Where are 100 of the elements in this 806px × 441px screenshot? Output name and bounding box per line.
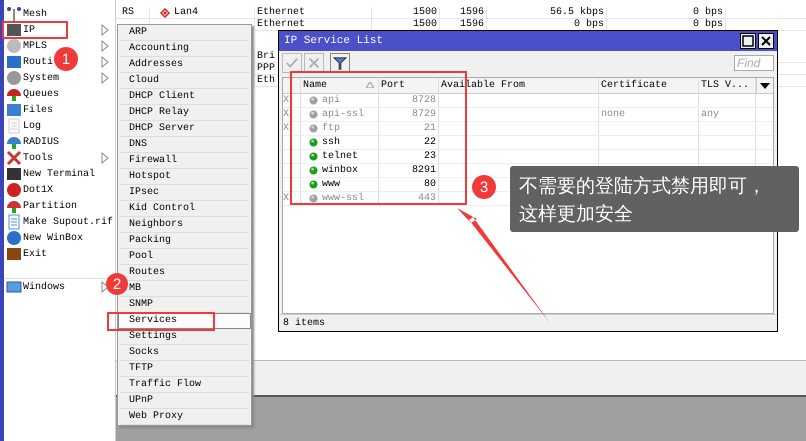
menu-item[interactable]: New Terminal [6, 166, 96, 182]
highlight-frame [2, 21, 68, 39]
status-dot [309, 180, 318, 189]
maximize-icon [742, 35, 754, 47]
window-title: IP Service List [284, 35, 384, 47]
column-header[interactable]: Name [301, 78, 379, 93]
menu-item[interactable]: Kid Control [129, 201, 196, 216]
find-field[interactable]: Find [734, 55, 774, 71]
menu-item[interactable]: Queues [6, 86, 60, 102]
table-cell: none [601, 109, 626, 120]
table-cell: any [701, 109, 720, 120]
table-cell: RS [122, 7, 134, 18]
menu-item[interactable]: Addresses [129, 57, 184, 72]
table-cell: www [322, 179, 340, 190]
close-button[interactable] [758, 33, 774, 49]
menu-item[interactable]: System [6, 70, 60, 86]
status-dot [309, 138, 318, 147]
menu-item[interactable]: Settings [129, 329, 178, 344]
menu-item[interactable]: UPnP [129, 393, 154, 408]
table-cell: X [283, 95, 290, 106]
table-cell: Eth [257, 75, 276, 86]
menu-item[interactable]: Services [118, 313, 251, 329]
menu-item[interactable]: Firewall [129, 153, 178, 168]
status-dot [309, 110, 318, 119]
menu-item[interactable]: Accounting [129, 41, 190, 56]
filter-icon [333, 56, 347, 70]
table-cell: X [283, 123, 290, 134]
mesh-icon [6, 6, 22, 22]
callout: 不需要的登陆方式禁用即可，这样更加安全 [510, 166, 799, 232]
menu-item[interactable]: Cloud [129, 73, 160, 88]
interface-icon [160, 8, 170, 18]
table-cell: 56.5 kbps [550, 7, 604, 18]
column-header[interactable]: Certificate [599, 78, 699, 93]
cross-icon [307, 56, 321, 70]
table-cell: 8728 [412, 95, 436, 106]
document-icon [6, 214, 22, 230]
status-text: 8 items [283, 318, 326, 328]
disable-button[interactable] [304, 53, 324, 73]
menu-item[interactable]: Tools [6, 150, 54, 166]
menu-item[interactable]: Dot1X [6, 182, 54, 198]
menu-item[interactable]: Socks [129, 345, 160, 360]
table-cell: X [283, 193, 290, 204]
table-cell: PPP [257, 63, 276, 74]
table-cell: 443 [418, 193, 436, 204]
menu-item[interactable]: Web Proxy [129, 409, 184, 424]
column-menu-button[interactable] [756, 78, 773, 93]
sort-icon [366, 82, 374, 88]
menu-item[interactable]: New WinBox [6, 230, 84, 246]
table-cell: 22 [424, 137, 436, 148]
enable-button[interactable] [282, 53, 302, 73]
menu-item[interactable]: Routes [129, 265, 166, 280]
menu-item[interactable]: Make Supout.rif [6, 214, 114, 230]
menu-item[interactable]: Traffic Flow [129, 377, 202, 392]
table-cell: 21 [424, 123, 436, 134]
menu-item[interactable]: DHCP Relay [129, 105, 190, 120]
menu-item[interactable]: MB [129, 281, 142, 296]
menu-item[interactable]: MPLS [6, 38, 48, 54]
maximize-button[interactable] [740, 33, 756, 49]
menu-item[interactable]: ARP [129, 25, 148, 40]
menu-item[interactable]: Log [6, 118, 42, 134]
menu-item[interactable]: IP [6, 22, 36, 38]
status-dot [309, 124, 318, 133]
menu-item[interactable]: DHCP Server [129, 121, 196, 136]
menu-item[interactable]: Partition [6, 198, 78, 214]
window-icon [6, 279, 22, 295]
menu-item[interactable]: IPsec [129, 185, 160, 200]
menu-item[interactable]: Hotspot [129, 169, 172, 184]
menu-item[interactable]: TFTP [129, 361, 154, 376]
table-cell: 0 bps [574, 19, 604, 30]
filter-button[interactable] [330, 53, 350, 73]
menu-item[interactable]: DHCP Client [129, 89, 196, 104]
status-dot [309, 152, 318, 161]
tools-icon [6, 150, 22, 166]
menu-item[interactable]: SNMP [129, 297, 154, 312]
column-header[interactable]: Port [379, 78, 439, 93]
table-cell: 1596 [460, 19, 484, 30]
table-cell: www-ssl [322, 193, 364, 204]
menu-item[interactable]: Exit [6, 246, 48, 262]
document-icon [6, 118, 22, 134]
close-icon [760, 35, 772, 47]
status-dot [309, 194, 318, 203]
table-cell: telnet [322, 151, 358, 162]
table-cell: Bri [257, 50, 276, 62]
dropdown-icon [760, 82, 770, 88]
table-cell: ssh [322, 137, 340, 148]
menu-item[interactable]: Routi [6, 54, 54, 70]
table-cell: winbox [322, 165, 358, 176]
menu-item[interactable]: Windows [6, 279, 66, 295]
menu-item[interactable]: DNS [129, 137, 148, 152]
check-icon [285, 56, 299, 70]
menu-item[interactable]: Neighbors [129, 217, 184, 232]
menu-item[interactable]: Files [6, 102, 54, 118]
status-dot [309, 96, 318, 105]
menu-item[interactable]: Packing [129, 233, 172, 248]
menu-item[interactable]: Pool [129, 249, 154, 264]
table-cell: 0 bps [692, 19, 723, 30]
menu-item[interactable]: Mesh [6, 6, 48, 22]
menu-item[interactable]: RADIUS [6, 134, 60, 150]
table-cell: 23 [424, 151, 436, 162]
table-cell: api-ssl [322, 109, 364, 120]
